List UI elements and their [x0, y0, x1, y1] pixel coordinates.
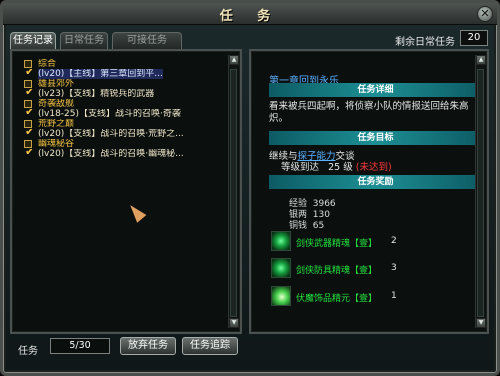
section-detail-header: 任务详细 [269, 83, 482, 97]
level-requirement: 等级到达 25 级 (未达到) [281, 162, 471, 174]
checkmark-icon: ✔ [25, 109, 35, 118]
scroll-up-icon[interactable]: ▲ [229, 55, 239, 65]
item-name: 伏魔饰品精元【壹】 [296, 294, 378, 304]
checkmark-icon: ✔ [25, 69, 35, 78]
daily-remaining-value: 20 [460, 30, 488, 46]
armor-essence-icon[interactable] [271, 258, 291, 278]
quest-row[interactable]: ✔ (lv20)【支线】战斗的召唤·荒野之... [24, 129, 224, 139]
quest-label: (lv20)【主线】第三章回到平... [38, 69, 163, 79]
quest-row[interactable]: ✔ (lv20)【主线】第三章回到平... [24, 69, 224, 79]
category-label: 幽魂秘谷 [38, 139, 75, 149]
level-unit: 级 [343, 162, 353, 173]
tab-daily-quests[interactable]: 日常任务 [60, 32, 108, 49]
item-count: 2 [391, 236, 397, 246]
category-row[interactable]: 荒野之巅 [24, 119, 224, 129]
tab-available-quests[interactable]: 可接任务 [112, 32, 182, 49]
track-quest-button[interactable]: 任务追踪 [182, 337, 238, 355]
title-bar[interactable]: 任 务 ✕ [3, 3, 497, 25]
reward-copper: 铜钱 65 [289, 218, 324, 231]
section-reward-header: 任务奖励 [269, 175, 482, 189]
item-name: 剑侠武器精魂【壹】 [296, 239, 378, 249]
item-count: 1 [391, 291, 397, 301]
level-status: (未达到) [355, 162, 392, 173]
expand-box-icon[interactable] [24, 140, 32, 148]
quest-detail-scrollbar[interactable]: ▲ ▼ [475, 55, 486, 328]
window-title: 任 务 [219, 9, 281, 24]
level-label: 等级到达 [281, 162, 320, 173]
quest-label: (lv20)【支线】战斗的召唤·幽魂秘... [38, 149, 184, 159]
quest-detail-panel: 第一章回到永乐 任务详细 看来被兵四起啊，将侦察小队的情报送回给朱高炽。 任务目… [249, 49, 489, 334]
checkmark-icon: ✔ [25, 89, 35, 98]
quest-label: (lv18-25)【支线】战斗的召唤·奇袭 [38, 109, 181, 119]
reward-item[interactable]: 伏魔饰品精元【壹】 1 [271, 286, 471, 308]
jewelry-essence-icon[interactable] [271, 286, 291, 306]
scroll-thumb[interactable] [477, 69, 484, 317]
quest-label: (lv23)【支线】精锐兵的武器 [38, 89, 155, 99]
expand-box-icon[interactable] [24, 100, 32, 108]
goal-prefix: 继续与 [269, 151, 298, 162]
quest-count-value: 5/30 [50, 338, 110, 354]
quest-row[interactable]: ✔ (lv20)【支线】战斗的召唤·幽魂秘... [24, 149, 224, 159]
weapon-essence-icon[interactable] [271, 231, 291, 251]
quest-count-label: 任务 [18, 346, 38, 357]
reward-item[interactable]: 剑侠防具精魂【壹】 3 [271, 258, 471, 280]
scroll-up-icon[interactable]: ▲ [476, 55, 486, 65]
category-label: 雄县郊外 [38, 79, 75, 89]
scroll-down-icon[interactable]: ▼ [476, 318, 486, 328]
scroll-thumb[interactable] [230, 69, 237, 317]
quest-list-panel: 综合 ✔ (lv20)【主线】第三章回到平... 雄县郊外 ✔ (lv23)【支… [10, 49, 242, 334]
expand-box-icon[interactable] [24, 80, 32, 88]
abandon-quest-button[interactable]: 放弃任务 [120, 337, 176, 355]
quest-row[interactable]: ✔ (lv18-25)【支线】战斗的召唤·奇袭 [24, 109, 224, 119]
level-value: 25 [328, 162, 341, 173]
section-goal-header: 任务目标 [269, 131, 482, 145]
checkmark-icon: ✔ [25, 149, 35, 158]
npc-link[interactable]: 探子能力 [298, 151, 336, 162]
quest-row[interactable]: ✔ (lv23)【支线】精锐兵的武器 [24, 89, 224, 99]
close-icon[interactable]: ✕ [477, 6, 493, 22]
reward-value: 65 [312, 221, 325, 231]
quest-label: (lv20)【支线】战斗的召唤·荒野之... [38, 129, 184, 139]
category-row[interactable]: 综合 [24, 59, 224, 69]
goal-suffix: 交谈 [335, 151, 355, 162]
category-label: 奇袭敌舰 [38, 99, 75, 109]
tab-quest-log[interactable]: 任务记录 [10, 32, 56, 49]
reward-label: 铜钱 [289, 221, 308, 231]
category-row[interactable]: 幽魂秘谷 [24, 139, 224, 149]
item-count: 3 [391, 263, 397, 273]
daily-remaining-label: 剩余日常任务 [395, 37, 455, 48]
category-label: 荒野之巅 [38, 119, 75, 129]
category-row[interactable]: 奇袭敌舰 [24, 99, 224, 109]
quest-list-scrollbar[interactable]: ▲ ▼ [228, 55, 239, 328]
scroll-down-icon[interactable]: ▼ [229, 318, 239, 328]
item-name: 剑侠防具精魂【壹】 [296, 266, 378, 276]
quest-description: 看来被兵四起啊，将侦察小队的情报送回给朱高炽。 [269, 101, 469, 124]
category-label: 综合 [38, 59, 57, 69]
reward-item[interactable]: 剑侠武器精魂【壹】 2 [271, 231, 471, 253]
quest-tree: 综合 ✔ (lv20)【主线】第三章回到平... 雄县郊外 ✔ (lv23)【支… [24, 59, 224, 159]
expand-box-icon[interactable] [24, 60, 32, 68]
expand-box-icon[interactable] [24, 120, 32, 128]
checkmark-icon: ✔ [25, 129, 35, 138]
category-row[interactable]: 雄县郊外 [24, 79, 224, 89]
